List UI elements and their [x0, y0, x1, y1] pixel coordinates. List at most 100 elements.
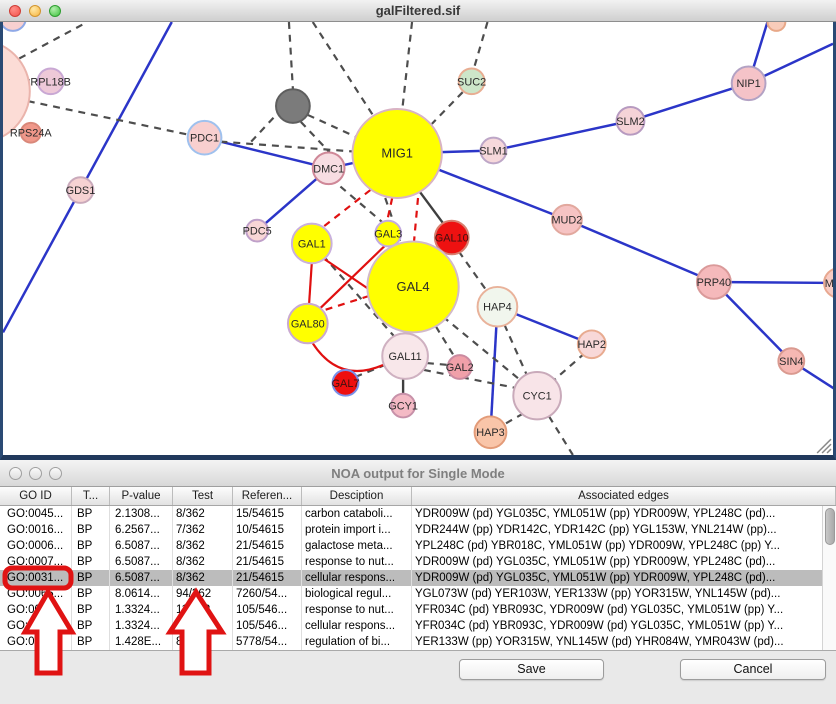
cancel-button[interactable]: Cancel — [680, 659, 826, 680]
cell-description: response to nut... — [302, 554, 412, 570]
node-label-gal3: GAL3 — [374, 229, 402, 241]
table-body[interactable]: GO:0045...BP2.1308...8/36215/54615carbon… — [0, 506, 836, 650]
edge-gray_dash[interactable] — [552, 353, 585, 382]
node-unlabeled[interactable] — [276, 89, 310, 123]
edge-gray_dash[interactable] — [313, 22, 376, 119]
cell-go_id: GO:0006... — [0, 538, 72, 554]
cell-description: response to nut... — [302, 602, 412, 618]
cell-go_id: GO:0031... — [0, 618, 72, 634]
node-label-gal2: GAL2 — [446, 362, 474, 374]
table-row[interactable]: GO:0007...BP6.5087...8/36221/54615respon… — [0, 554, 836, 570]
edge-blue[interactable] — [3, 22, 172, 332]
edge-gray_dash[interactable] — [28, 101, 189, 135]
node-label-pdc5: PDC5 — [243, 226, 272, 238]
cell-description: galactose meta... — [302, 538, 412, 554]
edge-red[interactable] — [313, 343, 387, 371]
cell-p_value: 2.1308... — [110, 506, 173, 522]
node-label-rpl18b: RPL18B — [30, 76, 71, 88]
node-label-dmc1: DMC1 — [313, 163, 344, 175]
cell-edges: YDR009W (pd) YGL035C, YML051W (pp) YDR00… — [412, 506, 836, 522]
column-header-go_id[interactable]: GO ID — [0, 487, 72, 505]
edge-gray_dash[interactable] — [502, 413, 523, 425]
column-header-description[interactable]: Desciption — [302, 487, 412, 505]
noa-output-window: NOA output for Single Mode GO IDT...P-va… — [0, 460, 836, 704]
edge-gray_dash[interactable] — [504, 325, 527, 376]
edge-gray_dash[interactable] — [474, 22, 488, 69]
network-graph[interactable]: RPL18BRPS24AGDS1PDC1PDC5MIG1SUC2SLM1DMC1… — [3, 22, 833, 455]
table-row[interactable]: GO:0006...BP6.5087...8/36221/54615galact… — [0, 538, 836, 554]
cell-edges: YFR034C (pd) YBR093C, YDR009W (pd) YGL03… — [412, 618, 836, 634]
node-label-hap2: HAP2 — [578, 339, 606, 351]
table-row[interactable]: GO:0031...BP6.5087...8/36221/54615cellul… — [0, 570, 836, 586]
resize-grip[interactable] — [822, 444, 831, 453]
edge-red[interactable] — [322, 257, 372, 291]
resize-grip[interactable] — [827, 449, 831, 453]
cell-test: 11/362 — [173, 618, 233, 634]
vertical-scrollbar[interactable] — [822, 506, 836, 650]
cell-test: 7/362 — [173, 522, 233, 538]
cell-p_value: 1.3324... — [110, 618, 173, 634]
table-row[interactable]: GO:0065...BP8.0614...94/3627260/54...bio… — [0, 586, 836, 602]
node-label-hap4: HAP4 — [483, 302, 511, 314]
edge-gray_dash[interactable] — [549, 416, 573, 455]
table-row[interactable]: GO:0016...BP6.2567...7/36210/54615protei… — [0, 522, 836, 538]
table-row[interactable]: GO:0045...BP2.1308...8/36215/54615carbon… — [0, 506, 836, 522]
table-row[interactable]: GO:0031...BP1.3324...11/362105/546...res… — [0, 602, 836, 618]
cell-test: 80/362 — [173, 634, 233, 650]
cell-type: BP — [72, 554, 110, 570]
table-row[interactable]: GO:0050...BP1.428E...80/3625778/54...reg… — [0, 634, 836, 650]
node-label-gal11: GAL11 — [389, 351, 422, 363]
edge-gray_dash[interactable] — [308, 115, 356, 137]
node-label-gal80: GAL80 — [291, 318, 325, 330]
node-label-suc2: SUC2 — [457, 76, 486, 88]
cell-go_id: GO:0045... — [0, 506, 72, 522]
cell-description: cellular respons... — [302, 570, 412, 586]
edge-blue[interactable] — [493, 121, 630, 151]
edge-red_dash[interactable] — [320, 190, 371, 230]
column-header-type[interactable]: T... — [72, 487, 110, 505]
cell-type: BP — [72, 506, 110, 522]
cell-reference: 21/54615 — [233, 538, 302, 554]
column-header-test[interactable]: Test — [173, 487, 233, 505]
network-window-titlebar[interactable]: galFiltered.sif — [0, 0, 836, 22]
edge-gray_dash[interactable] — [289, 22, 293, 89]
network-canvas[interactable]: RPL18BRPS24AGDS1PDC1PDC5MIG1SUC2SLM1DMC1… — [0, 22, 836, 460]
edge-gray_dash[interactable] — [402, 22, 412, 111]
cell-test: 94/362 — [173, 586, 233, 602]
column-header-p_value[interactable]: P-value — [110, 487, 173, 505]
edge-blue[interactable] — [630, 83, 748, 121]
edge-gray_dash[interactable] — [459, 251, 488, 292]
table-rows: GO:0045...BP2.1308...8/36215/54615carbon… — [0, 506, 836, 650]
cell-type: BP — [72, 634, 110, 650]
cell-description: cellular respons... — [302, 618, 412, 634]
column-header-edges[interactable]: Associated edges — [412, 487, 836, 505]
cell-go_id: GO:0007... — [0, 554, 72, 570]
cell-edges: YER133W (pp) YOR315W, YNL145W (pd) YHR08… — [412, 634, 836, 650]
edge-blue[interactable] — [567, 220, 714, 282]
edge-red_dash[interactable] — [387, 198, 392, 221]
node-unlabeled[interactable] — [767, 22, 785, 31]
edge-blue[interactable] — [714, 282, 833, 283]
edge-gray_dash[interactable] — [251, 114, 277, 142]
node-label-gds1: GDS1 — [66, 185, 96, 197]
table-header-row: GO IDT...P-valueTestReferen...Desciption… — [0, 487, 836, 506]
save-button[interactable]: Save — [459, 659, 604, 680]
cell-go_id: GO:0031... — [0, 602, 72, 618]
noa-window-titlebar[interactable]: NOA output for Single Mode — [0, 460, 836, 487]
cell-description: regulation of bi... — [302, 634, 412, 650]
edge-gray_dash[interactable] — [436, 326, 455, 357]
node-label-gal4: GAL4 — [397, 279, 430, 294]
scrollbar-thumb[interactable] — [825, 508, 835, 545]
cell-go_id: GO:0016... — [0, 522, 72, 538]
table-row[interactable]: GO:0031...BP1.3324...11/362105/546...cel… — [0, 618, 836, 634]
cell-go_id: GO:0031... — [0, 570, 72, 586]
node-label-sin4: SIN4 — [779, 356, 803, 368]
cell-reference: 105/546... — [233, 618, 302, 634]
node-label-nip1: NIP1 — [736, 78, 760, 90]
column-header-reference[interactable]: Referen... — [233, 487, 302, 505]
edge-red_dash[interactable] — [414, 198, 418, 241]
node-unlabeled[interactable] — [3, 22, 26, 31]
node-label-rps24a: RPS24A — [10, 128, 53, 140]
cell-type: BP — [72, 618, 110, 634]
edge-gray_dash[interactable] — [432, 92, 463, 124]
